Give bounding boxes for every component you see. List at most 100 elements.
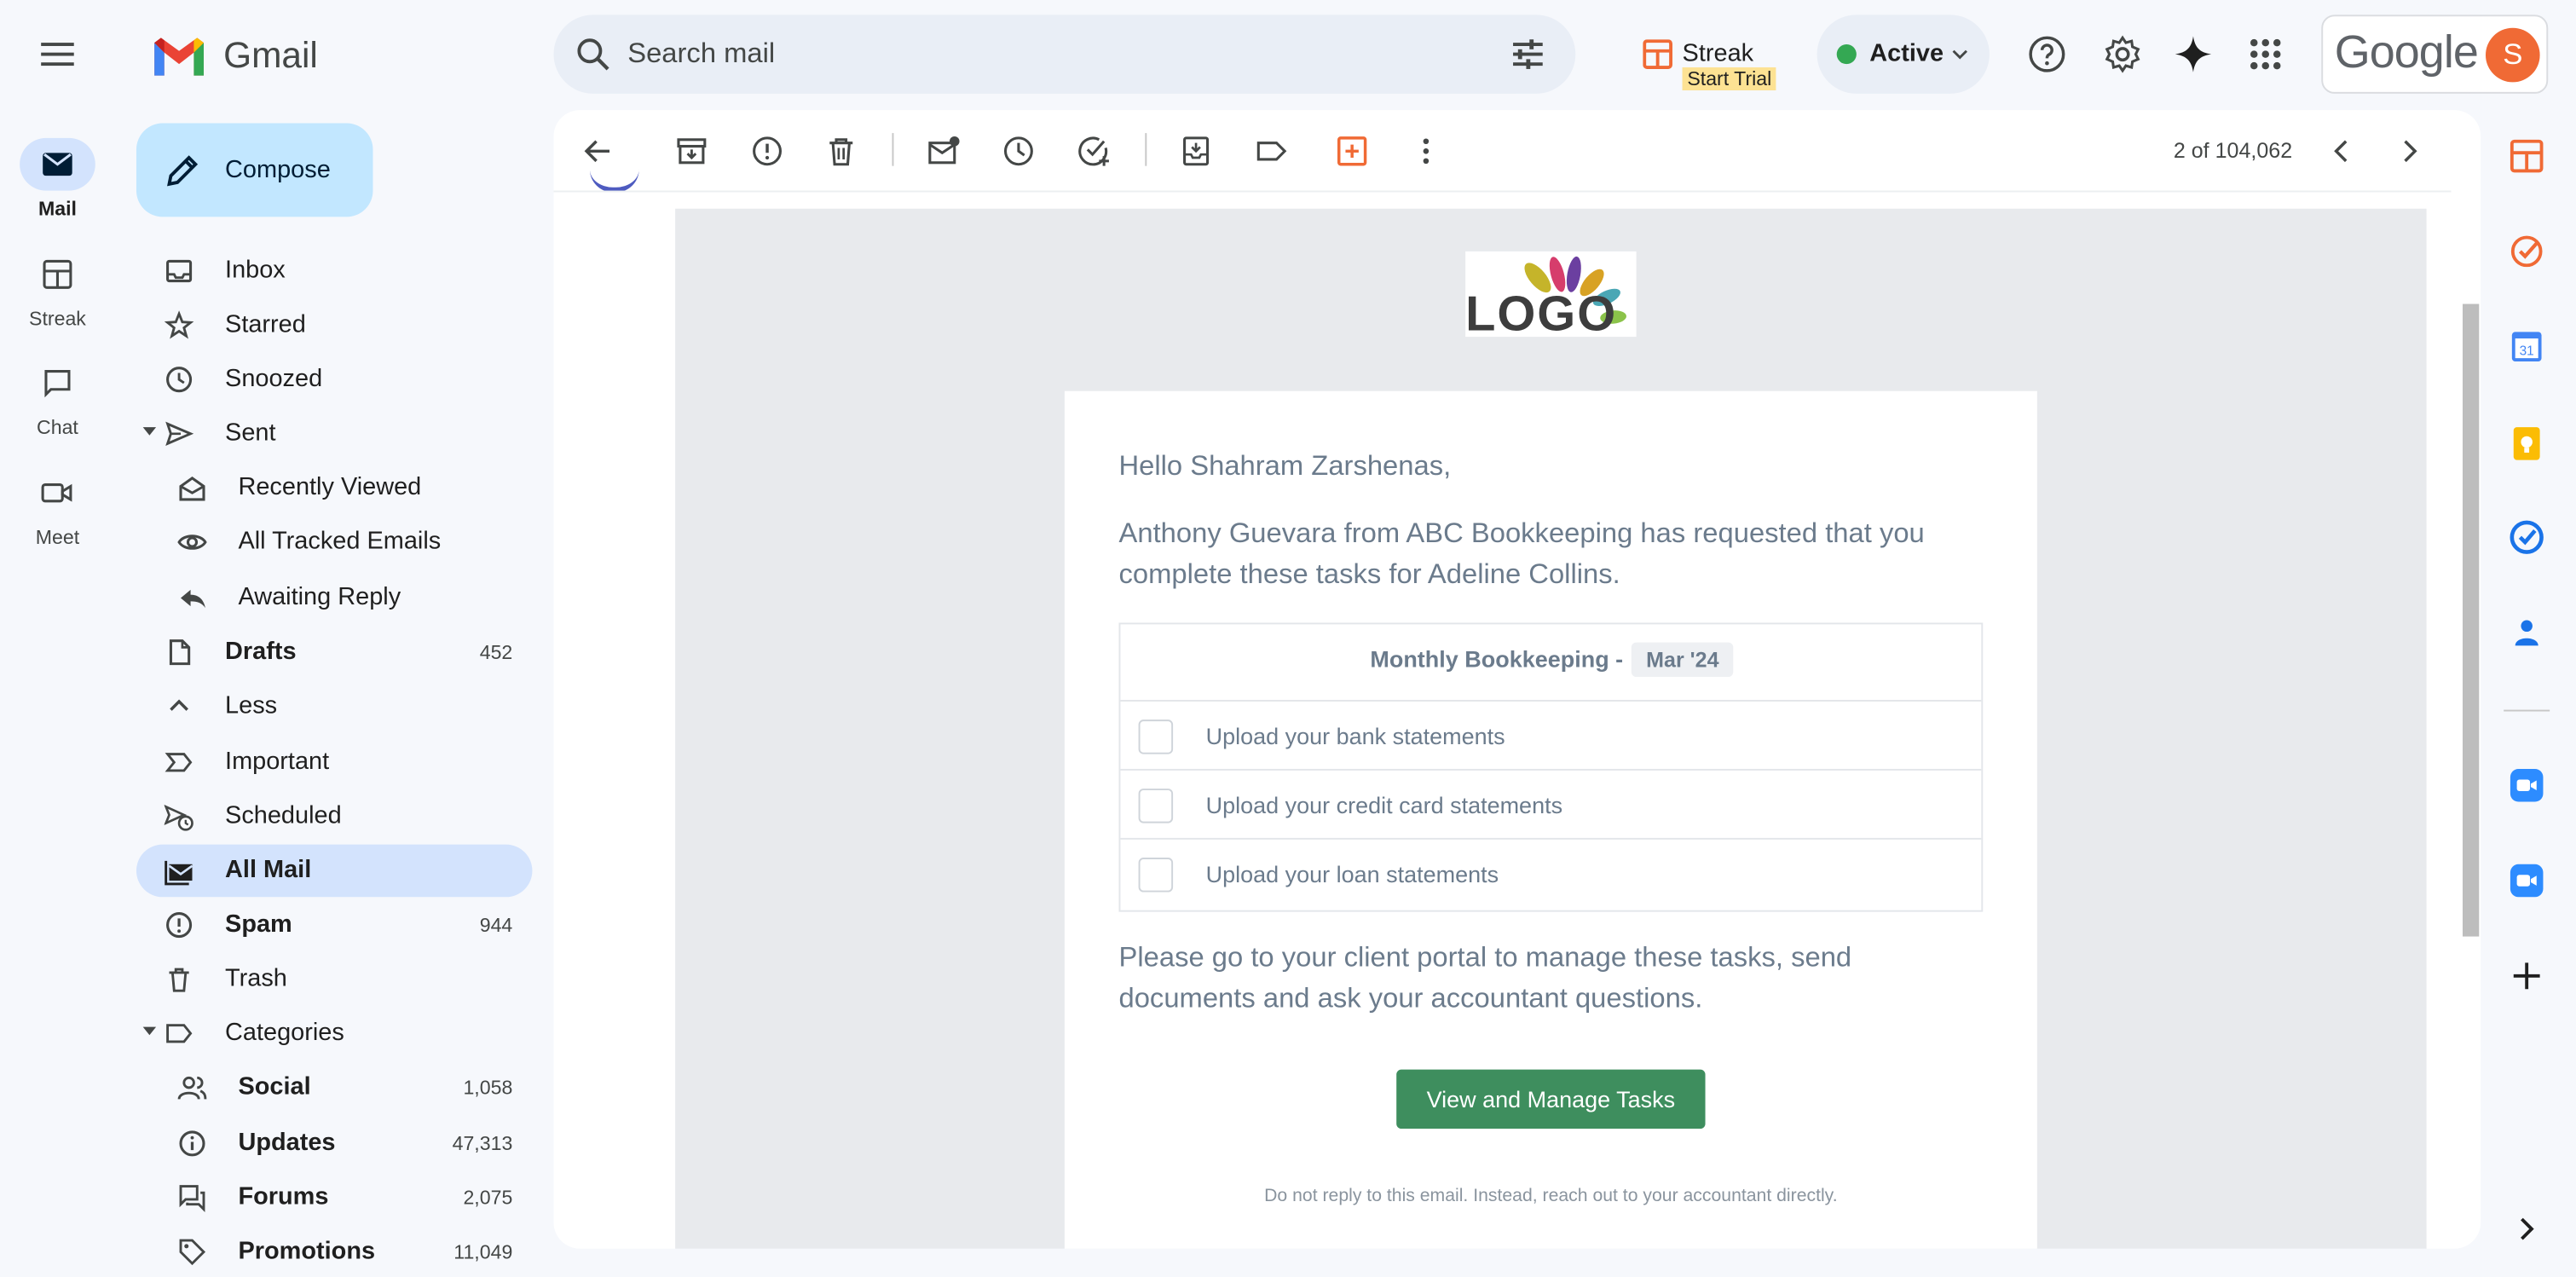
clock-icon [166,367,193,393]
gemini-sparkle-icon[interactable] [2174,34,2213,73]
back-arrow-icon[interactable] [580,133,615,169]
status-dropdown[interactable]: Active [1816,14,1990,94]
task-period-badge: Mar '24 [1631,642,1734,678]
mark-unread-icon[interactable] [925,133,961,169]
gmail-m-icon [154,38,204,76]
delete-icon[interactable] [823,133,859,169]
nav-item-forums[interactable]: Forums 2,075 [136,1171,532,1224]
expand-caret-icon[interactable] [142,427,157,436]
report-spam-icon[interactable] [749,133,785,169]
product-name: Gmail [223,34,318,76]
rail-item-meet[interactable]: Meet [0,466,115,549]
archive-icon[interactable] [673,133,709,169]
tasks-icon[interactable] [2509,519,2544,555]
main-menu-button[interactable] [36,36,78,72]
task-checkbox[interactable] [1138,858,1174,893]
task-row[interactable]: Upload your loan statements [1120,840,1981,909]
envelope-open-icon [179,476,205,501]
chevron-left-icon[interactable] [2325,133,2360,169]
nav-label: Sent [225,419,276,448]
task-table: Monthly Bookkeeping - Mar '24 Upload you… [1118,622,1984,912]
nav-item-important[interactable]: Important [136,736,532,789]
nav-item-spam[interactable]: Spam 944 [136,899,532,951]
nav-label: All Tracked Emails [238,527,442,556]
compose-button[interactable]: Compose [136,123,373,217]
star-icon [164,310,194,339]
zoom-scheduler-icon[interactable] [2509,863,2544,899]
search-icon[interactable] [575,36,611,72]
zoom-icon[interactable] [2509,767,2544,803]
rail-item-chat[interactable]: Chat [0,356,115,439]
nav-label: Updates [238,1129,336,1157]
task-check-side-icon[interactable] [2509,234,2544,269]
nav-item-sent[interactable]: Sent [136,407,532,460]
more-options-icon[interactable] [1408,133,1444,169]
add-task-icon[interactable] [1076,133,1112,169]
rail-label-mail: Mail [38,197,77,221]
nav-item-social[interactable]: Social 1,058 [136,1061,532,1114]
streak-box-icon[interactable] [1334,133,1370,169]
account-button[interactable]: Google S [2321,14,2549,94]
nav-item-starred[interactable]: Starred [136,299,532,352]
nav-item-snoozed[interactable]: Snoozed [136,353,532,406]
gmail-logo[interactable]: Gmail [151,30,332,83]
task-checkbox[interactable] [1138,719,1174,754]
nav-label: Important [225,747,330,776]
nav-item-trash[interactable]: Trash [136,953,532,1006]
keep-icon[interactable] [2509,425,2544,461]
streak-side-icon[interactable] [2509,138,2544,174]
add-addon-icon[interactable] [2509,958,2544,994]
settings-icon[interactable] [2103,34,2142,73]
expand-caret-icon[interactable] [142,1026,157,1036]
snooze-icon[interactable] [1001,133,1037,169]
footnote-text: Do not reply to this email. Instead, rea… [1264,1186,1838,1206]
nav-item-awaiting-reply[interactable]: Awaiting Reply [136,572,532,625]
view-manage-tasks-button[interactable]: View and Manage Tasks [1396,1069,1706,1130]
nav-item-drafts[interactable]: Drafts 452 [136,626,532,679]
rail-label-chat: Chat [37,415,78,439]
search-input[interactable]: Search mail [627,38,775,71]
nav-item-inbox[interactable]: Inbox [136,245,532,298]
rail-item-streak[interactable]: Streak [0,248,115,330]
nav-item-promotions[interactable]: Promotions 11,049 [136,1226,532,1277]
nav-label: Promotions [238,1237,376,1266]
rail-item-mail[interactable]: Mail [0,137,115,221]
search-bar[interactable]: Search mail [553,14,1576,94]
help-icon[interactable] [2027,34,2066,73]
eye-icon [177,534,207,550]
nav-item-all-tracked-emails[interactable]: All Tracked Emails [136,516,532,569]
pagination-text: 2 of 104,062 [2173,137,2293,163]
move-to-icon[interactable] [1178,133,1214,169]
people-icon [177,1076,207,1100]
nav-item-all-mail[interactable]: All Mail [136,844,533,898]
task-row[interactable]: Upload your credit card statements [1120,771,1982,840]
nav-label: Drafts [225,637,297,666]
message-panel: 2 of 104,062 LOGO Hello Shahram Zarshena… [553,110,2481,1249]
svg-text:31: 31 [2520,344,2534,358]
task-checkbox[interactable] [1138,789,1174,823]
toolbar-separator [553,190,2452,193]
apps-grid-icon[interactable] [2248,36,2284,72]
scrollbar-thumb[interactable] [2463,303,2480,937]
contacts-icon[interactable] [2509,615,2544,650]
portal-line-2: documents and ask your accountant questi… [1118,982,1703,1014]
nav-item-recently-viewed[interactable]: Recently Viewed [136,462,532,515]
nav-label: Recently Viewed [238,473,422,501]
status-dot [1836,44,1857,65]
nav-item-less[interactable]: Less [136,680,532,733]
streak-trial-badge[interactable]: Start Trial [1682,67,1777,91]
nav-item-categories[interactable]: Categories [136,1007,532,1060]
label-icon[interactable] [1254,133,1290,169]
calendar-icon[interactable]: 31 [2509,328,2544,364]
nav-label: Forums [238,1182,329,1211]
search-options-icon[interactable] [1510,36,1545,72]
nav-item-updates[interactable]: Updates 47,313 [136,1118,532,1170]
nav-count: 2,075 [463,1186,513,1210]
nav-label: Less [225,691,278,720]
task-row[interactable]: Upload your bank statements [1120,702,1982,771]
nav-item-scheduled[interactable]: Scheduled [136,790,532,843]
streak-label: Streak [1682,39,1754,68]
chevron-right-icon[interactable] [2390,133,2426,169]
expand-panel-chevron-icon[interactable] [2509,1211,2544,1246]
toolbar-divider [892,133,894,166]
